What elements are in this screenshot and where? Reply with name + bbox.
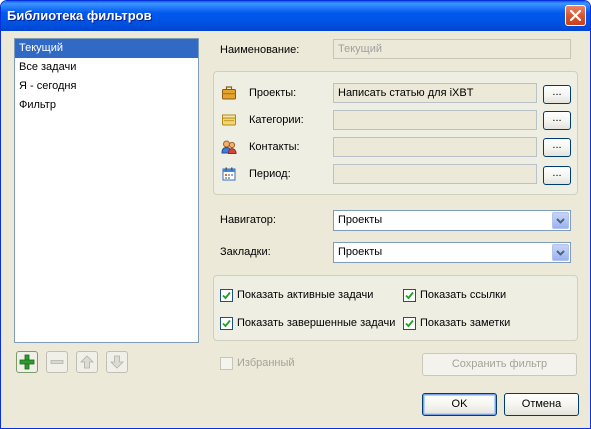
show-notes-checkbox[interactable]	[403, 317, 416, 330]
list-item[interactable]: Текущий	[15, 39, 198, 58]
contacts-field[interactable]	[333, 137, 537, 157]
list-item[interactable]: Фильтр	[15, 96, 198, 115]
navigator-label: Навигатор:	[220, 214, 276, 226]
briefcase-icon	[222, 86, 236, 100]
favorite-checkbox[interactable]	[220, 357, 233, 370]
arrow-up-icon	[80, 355, 94, 369]
add-filter-button[interactable]	[16, 351, 38, 373]
period-field[interactable]	[333, 164, 537, 184]
show-completed-tasks-checkbox[interactable]	[220, 317, 233, 330]
calendar-icon	[222, 167, 236, 181]
filter-list[interactable]: Текущий Все задачи Я - сегодня Фильтр	[14, 38, 199, 343]
title-bar[interactable]: Библиотека фильтров	[1, 1, 590, 31]
arrow-down-icon	[110, 355, 124, 369]
navigator-select[interactable]: Проекты	[333, 210, 571, 231]
bookmarks-label: Закладки:	[220, 246, 271, 258]
check-icon	[405, 319, 414, 328]
list-item[interactable]: Я - сегодня	[15, 77, 198, 96]
people-icon	[221, 140, 237, 154]
bookmarks-dropdown-button[interactable]	[552, 244, 569, 261]
list-item[interactable]: Все задачи	[15, 58, 198, 77]
bookmarks-value: Проекты	[338, 246, 383, 258]
name-label: Наименование:	[220, 44, 300, 56]
move-up-button[interactable]	[76, 351, 98, 373]
chevron-down-icon	[556, 217, 565, 224]
show-completed-tasks-label[interactable]: Показать завершенные задачи	[237, 317, 395, 329]
close-button[interactable]	[565, 5, 586, 26]
check-icon	[405, 291, 414, 300]
projects-field[interactable]: Написать статью для iXBT	[333, 83, 537, 103]
show-links-label[interactable]: Показать ссылки	[420, 289, 506, 301]
cancel-button[interactable]: Отмена	[504, 393, 579, 416]
bookmarks-select[interactable]: Проекты	[333, 242, 571, 263]
navigator-value: Проекты	[338, 214, 383, 226]
categories-label: Категории:	[249, 114, 304, 126]
show-links-checkbox[interactable]	[403, 289, 416, 302]
chevron-down-icon	[556, 249, 565, 256]
navigator-dropdown-button[interactable]	[552, 212, 569, 229]
projects-label: Проекты:	[249, 87, 297, 99]
close-icon	[570, 10, 581, 21]
remove-filter-button[interactable]	[46, 351, 68, 373]
window-title: Библиотека фильтров	[7, 8, 152, 23]
show-active-tasks-label[interactable]: Показать активные задачи	[237, 289, 373, 301]
move-down-button[interactable]	[106, 351, 128, 373]
folder-card-icon	[222, 114, 236, 126]
options-group	[213, 275, 578, 341]
save-filter-button[interactable]: Сохранить фильтр	[422, 353, 577, 376]
ok-button[interactable]: OK	[422, 393, 497, 416]
show-active-tasks-checkbox[interactable]	[220, 289, 233, 302]
period-browse-button[interactable]: ...	[543, 166, 571, 185]
categories-field[interactable]	[333, 110, 537, 130]
projects-browse-button[interactable]: ...	[543, 85, 571, 104]
contacts-label: Контакты:	[249, 141, 300, 153]
favorite-label: Избранный	[237, 357, 295, 369]
show-notes-label[interactable]: Показать заметки	[420, 317, 510, 329]
categories-browse-button[interactable]: ...	[543, 111, 571, 130]
period-label: Период:	[249, 168, 291, 180]
check-icon	[222, 319, 231, 328]
contacts-browse-button[interactable]: ...	[543, 138, 571, 157]
check-icon	[222, 291, 231, 300]
plus-icon	[19, 354, 35, 370]
minus-icon	[50, 360, 64, 364]
name-field[interactable]: Текущий	[333, 39, 571, 59]
filter-library-dialog: Библиотека фильтров Текущий Все задачи Я…	[0, 0, 591, 429]
